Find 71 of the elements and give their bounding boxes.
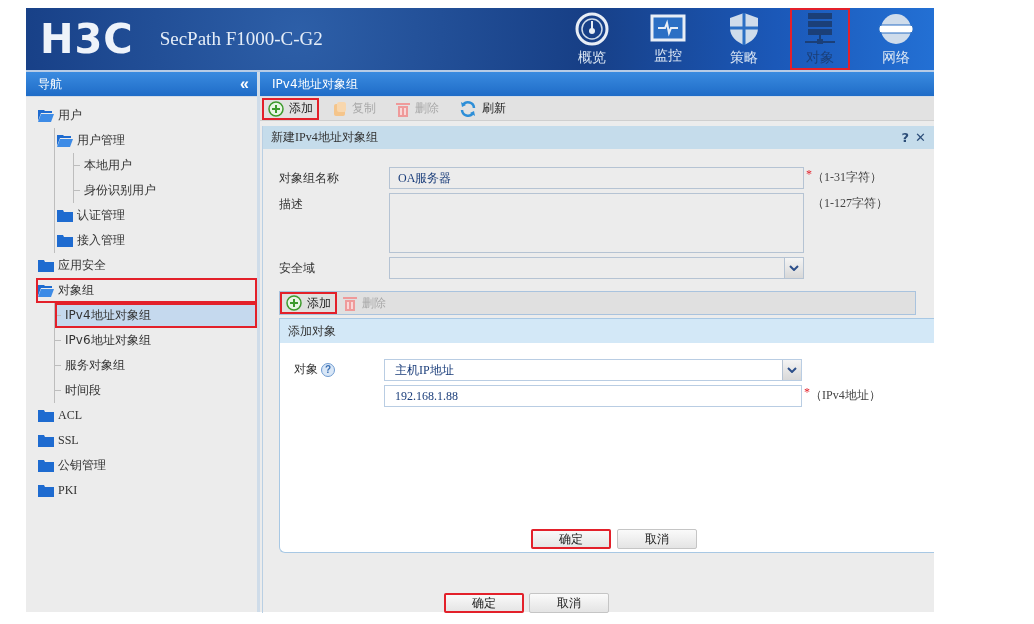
tree-item[interactable]: 用户 xyxy=(36,103,257,128)
tree-item[interactable]: 公钥管理 xyxy=(36,453,257,478)
nav-tab[interactable]: 概览 xyxy=(562,8,622,70)
dialog-button[interactable]: 取消 xyxy=(529,593,609,613)
content-title: IPv4地址对象组 xyxy=(272,75,358,93)
tree-item[interactable]: PKI xyxy=(36,478,257,503)
folder-icon xyxy=(57,209,73,222)
tree-item[interactable]: 本地用户 xyxy=(74,153,257,178)
gauge-icon xyxy=(575,11,609,46)
field-label: 描述 xyxy=(279,196,304,213)
tree-item[interactable]: 应用安全 xyxy=(36,253,257,278)
folder-icon xyxy=(38,409,54,422)
tree-item[interactable]: 用户管理 xyxy=(55,128,257,153)
tree-item[interactable]: 认证管理 xyxy=(55,203,257,228)
add-icon xyxy=(286,295,302,311)
hint-text: （1-31字符） xyxy=(812,169,882,186)
nav-tab[interactable]: 策略 xyxy=(714,8,774,70)
trash-icon xyxy=(396,100,410,117)
text-field[interactable]: 192.168.1.88 xyxy=(384,385,802,407)
tree-item[interactable]: 身份识别用户 xyxy=(74,178,257,203)
refresh-icon xyxy=(459,99,477,118)
field-label: 对象组名称 xyxy=(279,170,340,187)
toolbar-button[interactable]: 刷新 xyxy=(453,97,512,120)
field-label: 对象 xyxy=(294,361,318,378)
open-folder-icon xyxy=(57,134,73,147)
tree-item[interactable]: 对象组 xyxy=(36,278,257,303)
tree-item[interactable]: ACL xyxy=(36,403,257,428)
close-button[interactable]: ✕ xyxy=(915,130,926,145)
dialog-button[interactable]: 取消 xyxy=(617,529,697,549)
shield-icon xyxy=(729,11,759,46)
field-label: 安全域 xyxy=(279,260,316,277)
hint-text: （1-127字符） xyxy=(812,195,888,212)
dropdown-field[interactable] xyxy=(389,257,804,279)
nav-tab[interactable]: 监控 xyxy=(638,8,698,70)
add-icon xyxy=(268,100,284,117)
dialog-button[interactable]: 确定 xyxy=(531,529,611,549)
globe-icon xyxy=(878,11,914,46)
sidebar-title: 导航 xyxy=(38,75,62,93)
dropdown-field[interactable]: 主机IP地址 xyxy=(384,359,802,381)
toolbar-button[interactable]: 添加 xyxy=(280,292,337,314)
collapse-button[interactable]: « xyxy=(240,75,249,93)
text-field[interactable]: OA服务器 xyxy=(389,167,804,189)
folder-icon xyxy=(38,434,54,447)
folder-icon xyxy=(38,259,54,272)
folder-icon xyxy=(38,459,54,472)
open-folder-icon xyxy=(38,109,54,122)
required-mark: * xyxy=(804,385,810,400)
tree-item[interactable]: 接入管理 xyxy=(55,228,257,253)
tree-item[interactable]: IPv6地址对象组 xyxy=(55,328,257,353)
monitor-icon xyxy=(650,13,686,44)
trash-icon xyxy=(343,295,357,311)
dialog-button[interactable]: 确定 xyxy=(444,593,524,613)
subpanel-title: 添加对象 xyxy=(288,322,336,340)
open-folder-icon xyxy=(38,284,54,297)
copy-icon xyxy=(333,100,347,117)
hint-text: （IPv4地址） xyxy=(810,387,881,404)
toolbar-button[interactable]: 添加 xyxy=(262,97,319,120)
tree-item[interactable]: 时间段 xyxy=(55,378,257,403)
dialog-title: 新建IPv4地址对象组 xyxy=(271,129,378,146)
help-button[interactable]: ? xyxy=(321,362,335,377)
tree-item[interactable]: IPv4地址对象组 xyxy=(55,303,257,328)
tree-item[interactable]: 服务对象组 xyxy=(55,353,257,378)
help-button[interactable]: ? xyxy=(901,130,910,145)
required-mark: * xyxy=(806,167,812,182)
folder-icon xyxy=(38,484,54,497)
server-icon xyxy=(804,11,836,46)
logo: H3C xyxy=(40,19,134,59)
product-name: SecPath F1000-C-G2 xyxy=(159,28,323,50)
nav-tab[interactable]: 网络 xyxy=(866,8,926,70)
tree-item[interactable]: SSL xyxy=(36,428,257,453)
folder-icon xyxy=(57,234,73,247)
